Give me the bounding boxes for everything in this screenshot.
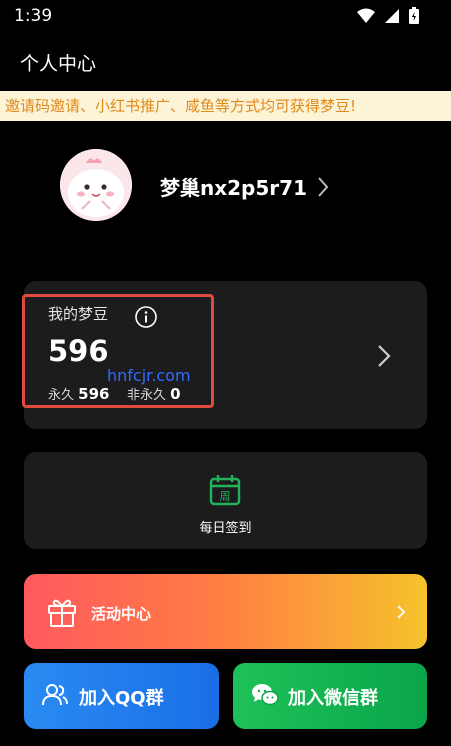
- avatar-image: [60, 149, 132, 221]
- daily-checkin-label: 每日签到: [199, 521, 252, 536]
- username: 梦巢nx2p5r71: [160, 176, 307, 200]
- status-icons: [357, 7, 419, 24]
- chevron-right-icon: [378, 345, 391, 367]
- activity-center-button[interactable]: [24, 574, 427, 649]
- join-wechat-group-label: 加入微信群: [288, 688, 378, 709]
- chevron-right-icon: [318, 176, 329, 197]
- info-icon[interactable]: [134, 305, 158, 329]
- page-title: 个人中心: [20, 53, 97, 75]
- join-qq-group-label: 加入QQ群: [79, 688, 164, 709]
- notice-banner: 邀请码邀请、小红书推广、咸鱼等方式均可获得梦豆!: [0, 91, 451, 121]
- beans-label: 我的梦豆: [48, 305, 109, 323]
- status-time: 1:39: [14, 6, 53, 26]
- permanent-value: 596: [78, 385, 110, 403]
- activity-center-label: 活动中心: [91, 605, 152, 623]
- calendar-text: 周: [220, 490, 231, 503]
- beans-total: 596: [48, 334, 109, 368]
- users-icon: [42, 684, 68, 706]
- status-bar: 1:39: [0, 0, 451, 32]
- permanent-label: 永久: [48, 388, 75, 403]
- watermark: hnfcjr.com: [107, 366, 191, 385]
- avatar[interactable]: [60, 149, 132, 221]
- gift-icon: [48, 599, 76, 627]
- beans-permanent: 永久 596: [48, 384, 109, 403]
- battery-icon: [409, 7, 419, 24]
- chevron-right-icon: [397, 605, 406, 619]
- wifi-icon: [357, 8, 375, 23]
- calendar-icon: 周: [209, 475, 241, 506]
- beans-temporary: 非永久 0: [127, 384, 181, 403]
- profile-row[interactable]: 梦巢nx2p5r71: [160, 172, 329, 201]
- signal-icon: [385, 8, 399, 23]
- wechat-icon: [252, 684, 279, 706]
- temporary-label: 非永久: [127, 388, 167, 403]
- temporary-value: 0: [170, 385, 181, 403]
